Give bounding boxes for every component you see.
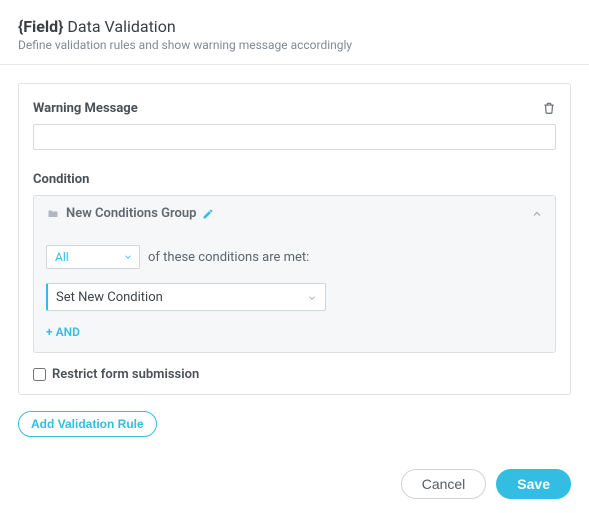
page-header: {Field} Data Validation Define validatio…	[0, 0, 589, 65]
title-rest: Data Validation	[63, 17, 175, 36]
page-subtitle: Define validation rules and show warning…	[18, 38, 571, 52]
condition-section: Condition New Conditions Group All	[33, 172, 556, 382]
chevron-up-icon[interactable]	[531, 208, 543, 220]
conditions-group-header: New Conditions Group	[34, 196, 555, 227]
pencil-icon[interactable]	[202, 208, 214, 220]
warning-row: Warning Message	[33, 100, 556, 116]
restrict-checkbox[interactable]	[33, 368, 46, 381]
save-button[interactable]: Save	[496, 469, 571, 499]
add-validation-rule-button[interactable]: Add Validation Rule	[18, 411, 157, 437]
group-title: New Conditions Group	[66, 206, 196, 221]
new-condition-placeholder: Set New Condition	[56, 290, 163, 305]
new-condition-select[interactable]: Set New Condition	[46, 283, 326, 311]
chevron-down-icon	[307, 293, 317, 303]
chevron-down-icon	[123, 252, 133, 262]
quantifier-select[interactable]: All	[46, 245, 140, 269]
title-prefix: {Field}	[18, 17, 63, 36]
conditions-body: All of these conditions are met: Set New…	[34, 227, 555, 352]
warning-input[interactable]	[33, 124, 556, 150]
restrict-row: Restrict form submission	[33, 367, 556, 382]
footer-actions: Cancel Save	[401, 469, 571, 499]
quantifier-row: All of these conditions are met:	[46, 245, 543, 269]
trash-icon[interactable]	[542, 100, 556, 116]
folder-icon	[46, 208, 60, 220]
validation-rule-panel: Warning Message Condition New Conditions…	[18, 83, 571, 395]
quantifier-value: All	[55, 250, 69, 264]
restrict-label[interactable]: Restrict form submission	[52, 367, 199, 382]
conditions-group: New Conditions Group All of these	[33, 195, 556, 353]
condition-label: Condition	[33, 172, 556, 187]
add-and-button[interactable]: + AND	[46, 325, 80, 339]
page-title: {Field} Data Validation	[18, 17, 571, 36]
quantifier-suffix: of these conditions are met:	[148, 250, 309, 265]
warning-label: Warning Message	[33, 101, 138, 116]
cancel-button[interactable]: Cancel	[401, 469, 487, 499]
